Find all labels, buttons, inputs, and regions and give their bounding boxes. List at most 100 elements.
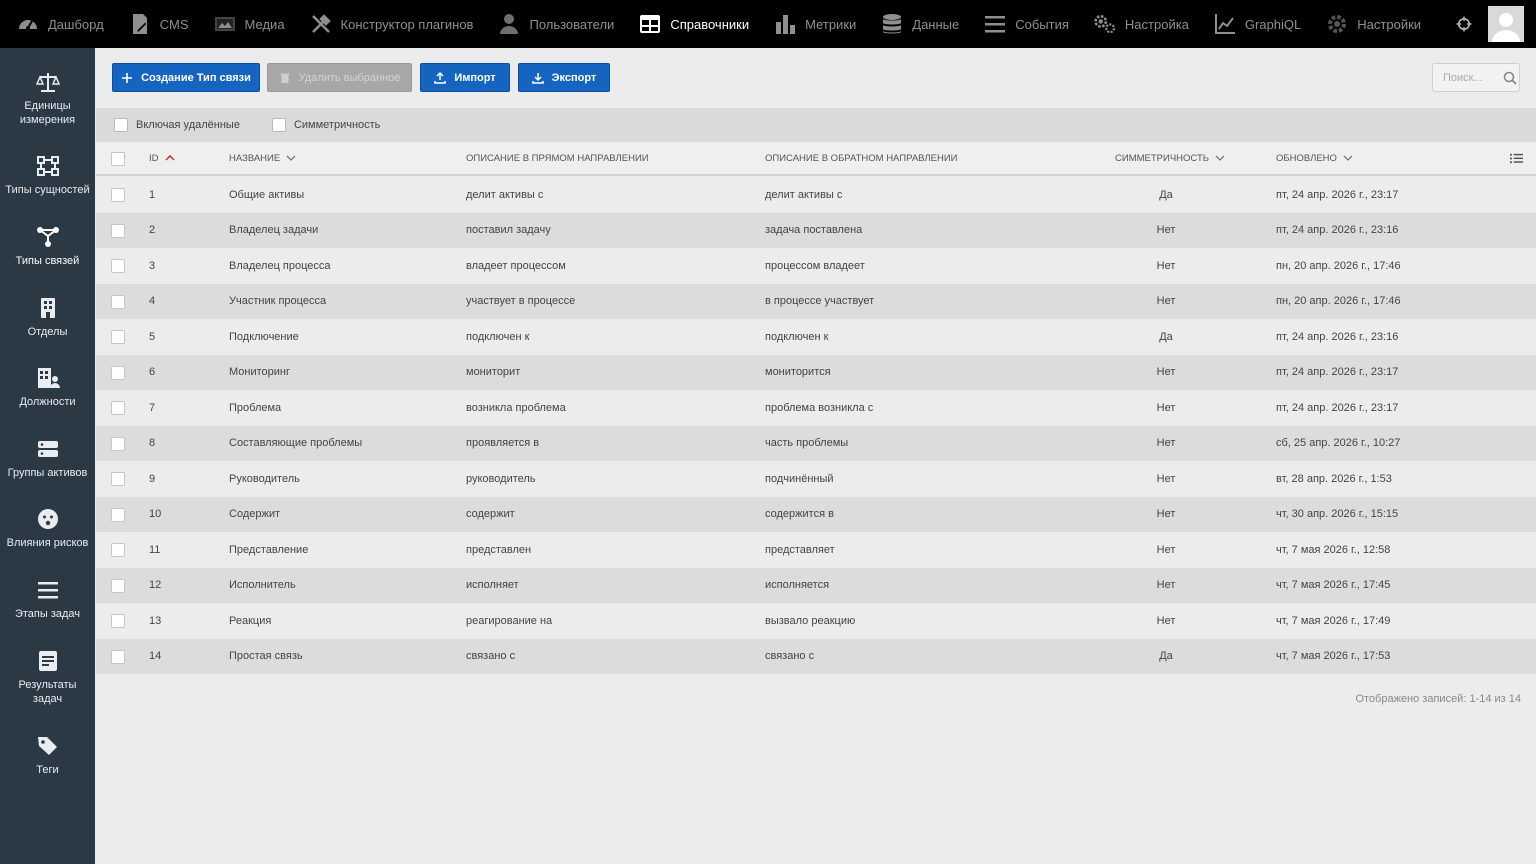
cell-reverse: делит активы с xyxy=(765,188,843,201)
column-settings-button[interactable] xyxy=(1504,142,1523,174)
row-checkbox[interactable] xyxy=(111,578,125,593)
button-label: Экспорт xyxy=(551,71,597,84)
avatar[interactable] xyxy=(1488,6,1524,42)
crosshair-icon[interactable] xyxy=(1452,12,1476,36)
sidebar-item-asset-groups[interactable]: Группы активов xyxy=(0,437,95,480)
column-header-reverse-description[interactable]: Описание в обратном направлении xyxy=(765,142,957,174)
sidebar-item-tags[interactable]: Теги xyxy=(0,734,95,777)
search-icon[interactable] xyxy=(1503,71,1517,85)
table-row[interactable]: 14 Простая связь связано с связано с Да чт, 7… xyxy=(96,638,1536,674)
table-row[interactable]: 6 Мониторинг мониторит мониторится Нет пт, 24… xyxy=(96,354,1536,390)
sidebar-item-departments[interactable]: Отделы xyxy=(0,296,95,339)
row-checkbox[interactable] xyxy=(111,223,125,238)
cell-forward: связано с xyxy=(466,650,516,663)
cell-reverse: задача поставлена xyxy=(765,224,863,237)
sidebar-item-units[interactable]: Единицы измерения xyxy=(0,70,95,127)
nav-item-media[interactable]: Медиа xyxy=(201,0,297,48)
nav-item-data[interactable]: Данные xyxy=(868,0,971,48)
row-checkbox[interactable] xyxy=(111,543,125,557)
row-checkbox[interactable] xyxy=(111,507,125,522)
table-header: ID Название Описание в прямом направлени… xyxy=(96,142,1536,176)
sidebar-item-relation-types[interactable]: Типы связей xyxy=(0,225,95,268)
cell-updated: чт, 7 мая 2026 г., 17:45 xyxy=(1276,579,1391,592)
nav-item-dashboard[interactable]: Дашборд xyxy=(0,0,116,48)
nav-label: Пользователи xyxy=(529,16,615,32)
row-checkbox[interactable] xyxy=(111,472,125,486)
nav-item-metrics[interactable]: Метрики xyxy=(761,0,868,48)
nav-item-settings[interactable]: Настройки xyxy=(1313,0,1433,48)
cell-forward: владеет процессом xyxy=(466,259,566,272)
column-header-symmetry[interactable]: Симметричность xyxy=(1115,142,1225,174)
cell-forward: поставил задачу xyxy=(466,224,551,237)
column-header-id[interactable]: ID xyxy=(149,142,175,174)
table-row[interactable]: 8 Составляющие проблемы проявляется в часть… xyxy=(96,425,1536,461)
table-row[interactable]: 11 Представление представлен представляет Не… xyxy=(96,532,1536,568)
sidebar-item-task-stages[interactable]: Этапы задач xyxy=(0,578,95,621)
cell-reverse: проблема возникла с xyxy=(765,401,874,414)
table-row[interactable]: 10 Содержит содержит содержится в Нет чт, 30 … xyxy=(96,496,1536,532)
include-deleted-filter[interactable]: Включая удалённые xyxy=(114,118,240,132)
nav-item-events[interactable]: События xyxy=(971,0,1081,48)
table-row[interactable]: 1 Общие активы делит активы с делит активы … xyxy=(96,177,1536,213)
symmetry-filter[interactable]: Симметричность xyxy=(271,118,380,132)
sidebar-item-entity-types[interactable]: Типы сущностей xyxy=(0,154,95,197)
row-checkbox[interactable] xyxy=(111,649,125,664)
cell-reverse: подключен к xyxy=(765,330,829,343)
nav-label: Настройка xyxy=(1124,16,1189,32)
import-button[interactable]: Импорт xyxy=(420,63,510,92)
column-label: Обновлено xyxy=(1276,152,1337,164)
nav-item-plugin-builder[interactable]: Конструктор плагинов xyxy=(297,0,486,48)
nav-item-users[interactable]: Пользователи xyxy=(485,0,626,48)
top-right-controls xyxy=(1452,0,1536,48)
nav-item-graphiql[interactable]: GraphiQL xyxy=(1201,0,1313,48)
cell-symmetric: Нет xyxy=(1156,543,1176,556)
sidebar-item-task-results[interactable]: Результаты задач xyxy=(0,649,95,706)
cell-name: Владелец задачи xyxy=(229,224,319,237)
cell-id: 4 xyxy=(149,295,156,308)
delete-selected-button[interactable]: Удалить выбранное xyxy=(267,63,412,92)
row-checkbox[interactable] xyxy=(111,259,125,273)
table-row[interactable]: 2 Владелец задачи поставил задачу задача по… xyxy=(96,212,1536,248)
nav-label: Медиа xyxy=(244,16,285,32)
table-row[interactable]: 5 Подключение подключен к подключен к Да пт, … xyxy=(96,319,1536,355)
row-checkbox[interactable] xyxy=(111,401,125,415)
cell-reverse: процессом владеет xyxy=(765,259,865,272)
cell-updated: пт, 24 апр. 2026 г., 23:16 xyxy=(1276,330,1399,343)
export-button[interactable]: Экспорт xyxy=(518,63,610,92)
sidebar-item-positions[interactable]: Должности xyxy=(0,366,95,409)
row-checkbox[interactable] xyxy=(111,294,125,309)
sidebar: Единицы измерения Типы сущностей Типы св… xyxy=(0,48,95,864)
nav-item-cms[interactable]: CMS xyxy=(116,0,201,48)
create-relation-type-button[interactable]: Создание Тип связи xyxy=(112,63,260,92)
row-checkbox[interactable] xyxy=(111,614,125,628)
table-row[interactable]: 13 Реакция реагирование на вызвало реакцию Н… xyxy=(96,603,1536,639)
nav-label: GraphiQL xyxy=(1244,16,1302,32)
nav-item-configuration[interactable]: Настройка xyxy=(1081,0,1201,48)
row-checkbox[interactable] xyxy=(111,365,125,380)
table-row[interactable]: 7 Проблема возникла проблема проблема возни… xyxy=(96,390,1536,426)
table-row[interactable]: 3 Владелец процесса владеет процессом проце… xyxy=(96,248,1536,284)
cell-updated: сб, 25 апр. 2026 г., 10:27 xyxy=(1276,437,1401,450)
table-row[interactable]: 9 Руководитель руководитель подчинённый Нет в… xyxy=(96,461,1536,497)
column-header-updated[interactable]: Обновлено xyxy=(1276,142,1353,174)
table-row[interactable]: 4 Участник процесса участвует в процессе в … xyxy=(96,283,1536,319)
include-deleted-checkbox[interactable] xyxy=(114,118,128,132)
cell-symmetric: Нет xyxy=(1156,295,1176,308)
cell-symmetric: Да xyxy=(1159,650,1173,663)
column-header-forward-description[interactable]: Описание в прямом направлении xyxy=(466,142,649,174)
media-icon xyxy=(213,12,237,36)
row-checkbox[interactable] xyxy=(111,330,125,344)
table-row[interactable]: 12 Исполнитель исполняет исполняется Нет чт, … xyxy=(96,567,1536,603)
row-checkbox[interactable] xyxy=(111,436,125,451)
search-input[interactable] xyxy=(1443,71,1499,84)
row-checkbox[interactable] xyxy=(111,188,125,202)
column-header-name[interactable]: Название xyxy=(229,142,296,174)
cell-reverse: мониторится xyxy=(765,366,831,379)
select-all-checkbox[interactable] xyxy=(111,152,125,166)
button-label: Импорт xyxy=(454,71,496,84)
cell-name: Руководитель xyxy=(229,472,300,485)
symmetry-checkbox[interactable] xyxy=(271,118,286,132)
cell-forward: мониторит xyxy=(466,366,521,379)
sidebar-item-risk-impacts[interactable]: Влияния рисков xyxy=(0,507,95,550)
nav-item-references[interactable]: Справочники xyxy=(626,0,761,48)
